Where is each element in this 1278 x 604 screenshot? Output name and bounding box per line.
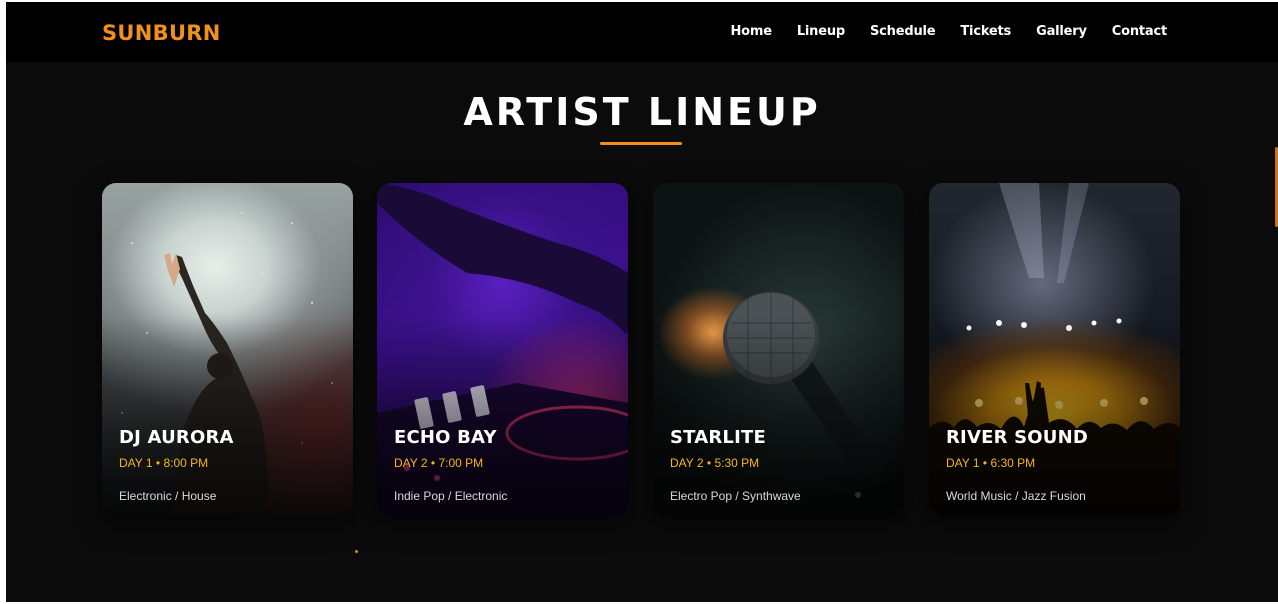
navbar: SUNBURN Home Lineup Schedule Tickets Gal… <box>6 2 1278 62</box>
brand-logo[interactable]: SUNBURN <box>102 21 221 45</box>
nav-schedule[interactable]: Schedule <box>870 24 936 39</box>
artist-genre: Electro Pop / Synthwave <box>670 489 801 503</box>
nav-lineup[interactable]: Lineup <box>797 24 845 39</box>
title-underline <box>600 142 682 145</box>
artist-card-echo-bay[interactable]: ECHO BAY DAY 2 • 7:00 PM Indie Pop / Ele… <box>377 183 628 517</box>
artist-name: ECHO BAY <box>394 427 497 448</box>
artist-slot: DAY 2 • 5:30 PM <box>670 456 760 470</box>
artist-slot: DAY 2 • 7:00 PM <box>394 456 484 470</box>
artist-genre: Electronic / House <box>119 489 217 503</box>
nav-contact[interactable]: Contact <box>1112 24 1167 39</box>
artist-info: ECHO BAY DAY 2 • 7:00 PM Indie Pop / Ele… <box>394 427 616 503</box>
page-frame: SUNBURN Home Lineup Schedule Tickets Gal… <box>6 2 1278 602</box>
artist-name: DJ AURORA <box>119 427 234 448</box>
artist-info: RIVER SOUND DAY 1 • 6:30 PM World Music … <box>946 427 1168 503</box>
section-title: ARTIST LINEUP <box>463 90 821 134</box>
nav-home[interactable]: Home <box>730 24 772 39</box>
artist-card-starlite[interactable]: STARLITE DAY 2 • 5:30 PM Electro Pop / S… <box>653 183 904 517</box>
artist-card-river-sound[interactable]: RIVER SOUND DAY 1 • 6:30 PM World Music … <box>929 183 1180 517</box>
decorative-spark <box>355 550 358 553</box>
artist-info: STARLITE DAY 2 • 5:30 PM Electro Pop / S… <box>670 427 892 503</box>
artist-card-dj-aurora[interactable]: DJ AURORA DAY 1 • 8:00 PM Electronic / H… <box>102 183 353 517</box>
artist-name: STARLITE <box>670 427 766 448</box>
artist-info: DJ AURORA DAY 1 • 8:00 PM Electronic / H… <box>119 427 341 503</box>
artist-genre: World Music / Jazz Fusion <box>946 489 1086 503</box>
artist-genre: Indie Pop / Electronic <box>394 489 508 503</box>
nav-menu: Home Lineup Schedule Tickets Gallery Con… <box>730 24 1167 39</box>
nav-gallery[interactable]: Gallery <box>1036 24 1087 39</box>
nav-tickets[interactable]: Tickets <box>960 24 1011 39</box>
artist-name: RIVER SOUND <box>946 427 1088 448</box>
artist-slot: DAY 1 • 6:30 PM <box>946 456 1036 470</box>
artist-slot: DAY 1 • 8:00 PM <box>119 456 209 470</box>
